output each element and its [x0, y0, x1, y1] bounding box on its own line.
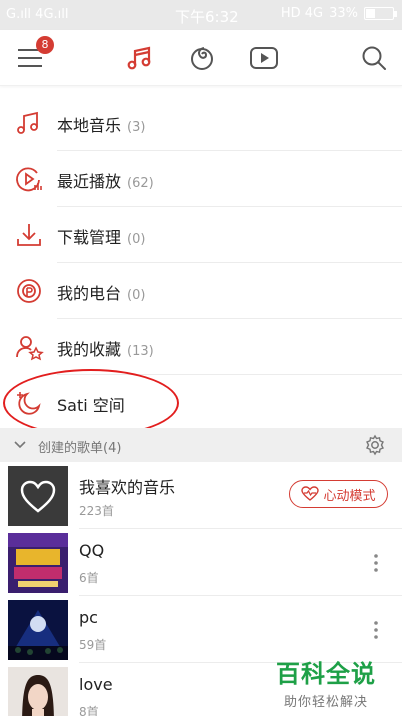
menu-item-count: (13) — [127, 344, 154, 359]
playlist-name: love — [79, 675, 113, 694]
recent-play-icon — [16, 167, 42, 192]
created-playlists-header[interactable]: 创建的歌单(4) — [0, 428, 402, 462]
playlist-item[interactable]: pc 59首 — [0, 596, 402, 663]
top-toolbar: 8 — [0, 30, 402, 86]
search-button[interactable] — [358, 42, 390, 74]
menu-item-recent-play[interactable]: 最近播放 (62) — [0, 151, 402, 207]
menu-item-label: 最近播放 — [57, 172, 122, 191]
menu-item-download[interactable]: 下载管理 (0) — [0, 207, 402, 263]
video-play-icon — [250, 47, 278, 69]
playlist-cover — [8, 667, 68, 716]
status-right: HD 4G 33% — [280, 6, 397, 21]
menu-item-count: (62) — [127, 176, 154, 191]
highlight-ellipse — [3, 369, 179, 437]
battery-percent: 33% — [329, 6, 358, 21]
playlist-count: 8首 — [79, 705, 99, 716]
chevron-down-icon — [14, 441, 26, 449]
music-note-icon — [17, 111, 38, 134]
tab-video[interactable] — [248, 42, 280, 74]
playlist-name: 我喜欢的音乐 — [79, 478, 176, 497]
clock: 下午6:32 — [175, 8, 239, 26]
menu-item-label: 本地音乐 — [57, 116, 122, 135]
portrait-cover-image — [8, 667, 68, 716]
playlist-cover — [8, 466, 68, 526]
gear-icon[interactable] — [364, 434, 386, 456]
battery-icon — [364, 7, 397, 20]
menu-item-local-music[interactable]: 本地音乐 (3) — [0, 95, 402, 151]
concert-cover-image — [8, 600, 68, 660]
music-note-icon — [127, 46, 151, 70]
heart-mode-button[interactable]: 心动模式 — [289, 480, 388, 508]
search-icon — [362, 46, 386, 70]
watermark: 百科全说 助你轻松解决 — [276, 654, 396, 710]
collection-icon — [16, 336, 44, 361]
menu-item-collection[interactable]: 我的收藏 (13) — [0, 319, 402, 375]
signal-indicator: G.ıll 4G.ıll — [6, 7, 69, 22]
playlist-cover — [8, 600, 68, 660]
status-bar: G.ıll 4G.ıll 下午6:32 HD 4G 33% — [0, 0, 402, 30]
album-cover-image — [8, 533, 68, 593]
signal-text: G.ıll 4G.ıll — [6, 7, 69, 22]
playlist-name: pc — [79, 608, 98, 627]
menu-item-count: (0) — [127, 232, 146, 247]
download-icon — [17, 224, 41, 246]
menu-item-label: 下载管理 — [57, 228, 122, 247]
playlist-name: QQ — [79, 541, 105, 560]
playlist-cover — [8, 533, 68, 593]
heart-cover-icon — [8, 466, 68, 526]
notification-badge: 8 — [36, 36, 54, 54]
tab-discover[interactable] — [186, 42, 218, 74]
menu-item-label: 我的电台 — [57, 284, 122, 303]
playlist-item[interactable]: 我喜欢的音乐 223首 心动模式 — [0, 462, 402, 529]
heart-mode-label: 心动模式 — [323, 488, 376, 504]
playlist-count: 59首 — [79, 638, 107, 652]
more-options-icon[interactable] — [366, 553, 386, 573]
heartbeat-icon — [301, 486, 320, 501]
menu-item-label: 我的收藏 — [57, 340, 122, 359]
watermark-subtitle: 助你轻松解决 — [284, 695, 369, 710]
watermark-title: 百科全说 — [276, 660, 376, 688]
netease-cloud-icon — [191, 47, 213, 70]
more-options-icon[interactable] — [366, 620, 386, 640]
menu-item-my-radio[interactable]: 我的电台 (0) — [0, 263, 402, 319]
playlist-count: 223首 — [79, 504, 114, 518]
playlist-item[interactable]: QQ 6首 — [0, 529, 402, 596]
playlist-count: 6首 — [79, 571, 99, 585]
tab-my-music[interactable] — [124, 42, 156, 74]
menu-item-count: (0) — [127, 288, 146, 303]
section-title: 创建的歌单(4) — [38, 441, 122, 456]
network-indicator: HD 4G — [280, 6, 324, 21]
menu-item-count: (3) — [127, 120, 146, 135]
radio-station-icon — [17, 279, 41, 303]
